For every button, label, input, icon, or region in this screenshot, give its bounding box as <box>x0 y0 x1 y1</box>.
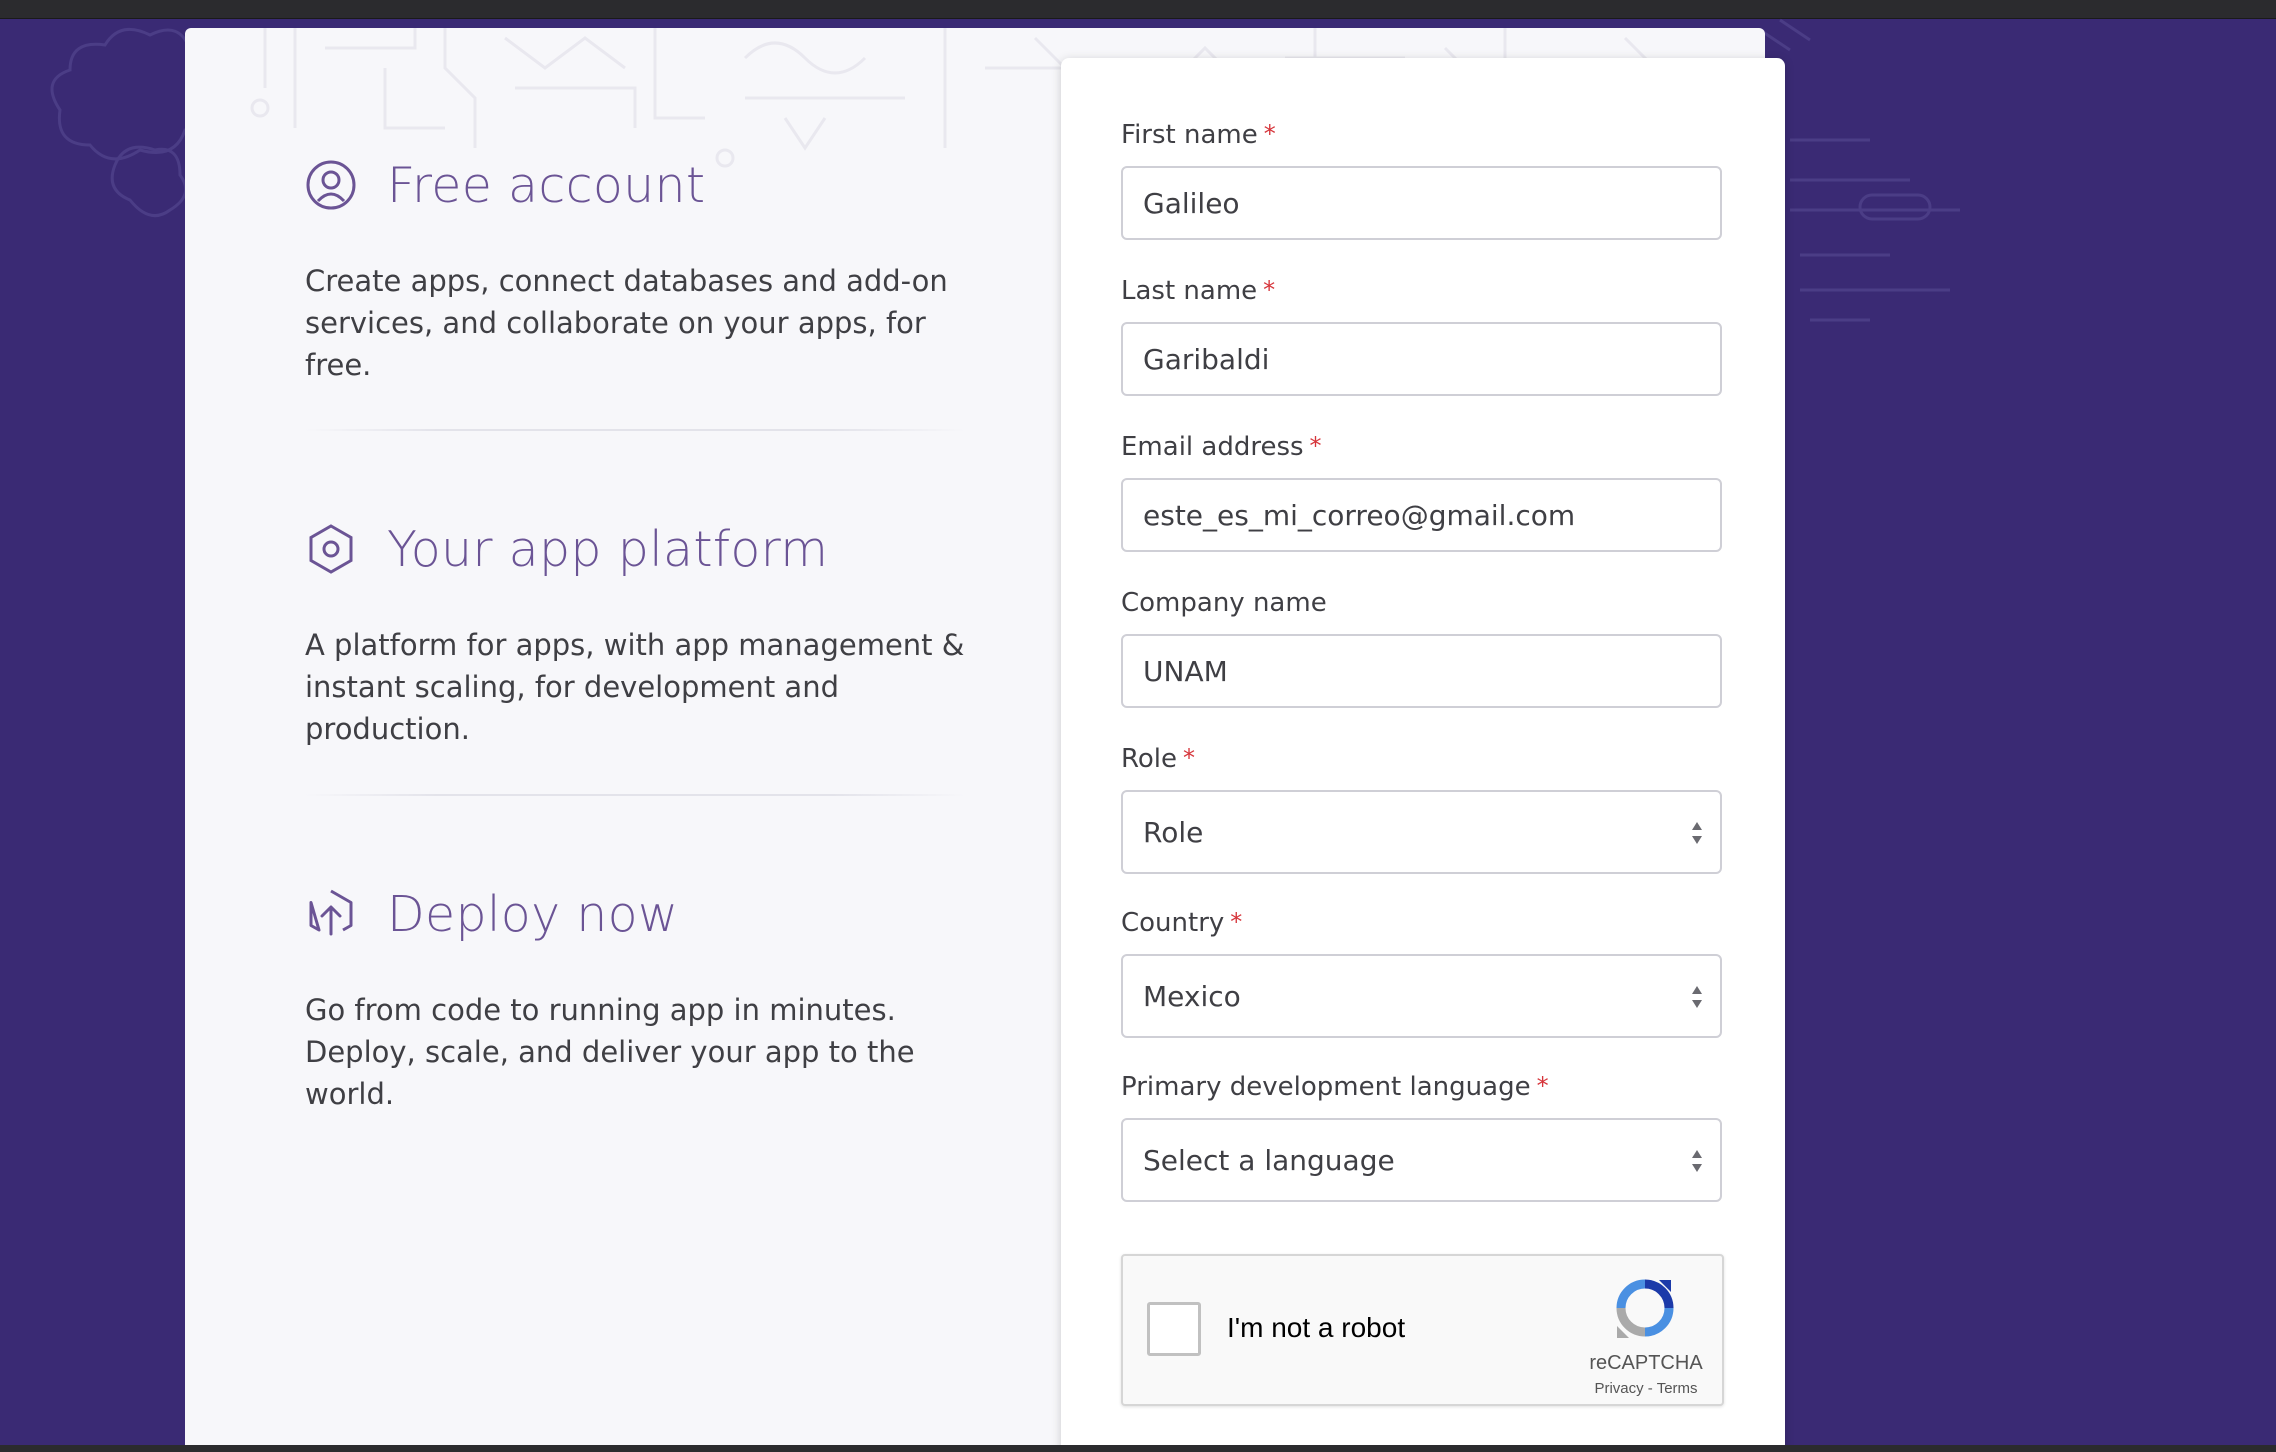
feature-description: Create apps, connect databases and add-o… <box>305 264 948 382</box>
country-label: Country * <box>1121 908 1243 938</box>
browser-top-bar <box>0 0 2276 19</box>
role-select-value: Role <box>1143 815 1204 849</box>
language-select[interactable]: Select a language <box>1121 1118 1722 1202</box>
feature-title: Deploy now <box>387 885 679 943</box>
email-input[interactable] <box>1121 478 1722 552</box>
links-separator: - <box>1647 1380 1653 1397</box>
required-marker: * <box>1230 908 1243 936</box>
company-input[interactable] <box>1121 634 1722 708</box>
feature-description: A platform for apps, with app management… <box>305 628 965 746</box>
select-arrows-icon <box>1692 822 1702 844</box>
required-marker: * <box>1309 432 1322 460</box>
select-arrows-icon <box>1692 1150 1702 1172</box>
feature-title: Free account <box>387 156 706 214</box>
first-name-input[interactable] <box>1121 166 1722 240</box>
recaptcha-brand: reCAPTCHA <box>1589 1352 1703 1374</box>
terms-link[interactable]: Terms <box>1657 1380 1698 1397</box>
first-name-label: First name * <box>1121 120 1276 150</box>
privacy-link[interactable]: Privacy <box>1594 1380 1643 1397</box>
last-name-input[interactable] <box>1121 322 1722 396</box>
recaptcha-widget: I'm not a robot reCAPTCHA Privacy - Term… <box>1121 1254 1724 1406</box>
required-marker: * <box>1183 744 1196 772</box>
select-arrows-icon <box>1692 986 1702 1008</box>
recaptcha-label: I'm not a robot <box>1227 1312 1406 1343</box>
divider <box>305 429 965 431</box>
recaptcha-checkbox[interactable] <box>1147 1302 1201 1356</box>
browser-bottom-bar <box>0 1445 2276 1452</box>
hexagon-icon <box>309 524 353 574</box>
last-name-label: Last name * <box>1121 276 1276 306</box>
required-marker: * <box>1263 276 1276 304</box>
required-marker: * <box>1536 1072 1549 1100</box>
language-select-value: Select a language <box>1143 1143 1395 1177</box>
divider <box>305 794 965 796</box>
feature-deploy-now: Deploy now Go from code to running app i… <box>305 879 985 1115</box>
language-label: Primary development language * <box>1121 1072 1549 1102</box>
feature-description: Go from code to running app in minutes. … <box>305 993 915 1111</box>
feature-app-platform: Your app platform A platform for apps, w… <box>305 514 985 750</box>
country-select-value: Mexico <box>1143 979 1241 1013</box>
company-label: Company name <box>1121 588 1327 618</box>
user-icon <box>306 160 356 210</box>
feature-free-account: Free account Create apps, connect databa… <box>305 150 985 386</box>
role-select[interactable]: Role <box>1121 790 1722 874</box>
email-label: Email address * <box>1121 432 1322 462</box>
upload-icon <box>309 889 353 936</box>
role-label: Role * <box>1121 744 1196 774</box>
signup-form: First name* Last name* Email address* Co… <box>1061 58 1785 1452</box>
country-select[interactable]: Mexico <box>1121 954 1722 1038</box>
recaptcha-links: Privacy - Terms <box>1563 1380 1729 1397</box>
required-marker: * <box>1263 120 1276 148</box>
feature-title: Your app platform <box>387 520 829 578</box>
recaptcha-logo-icon <box>1616 1279 1674 1338</box>
